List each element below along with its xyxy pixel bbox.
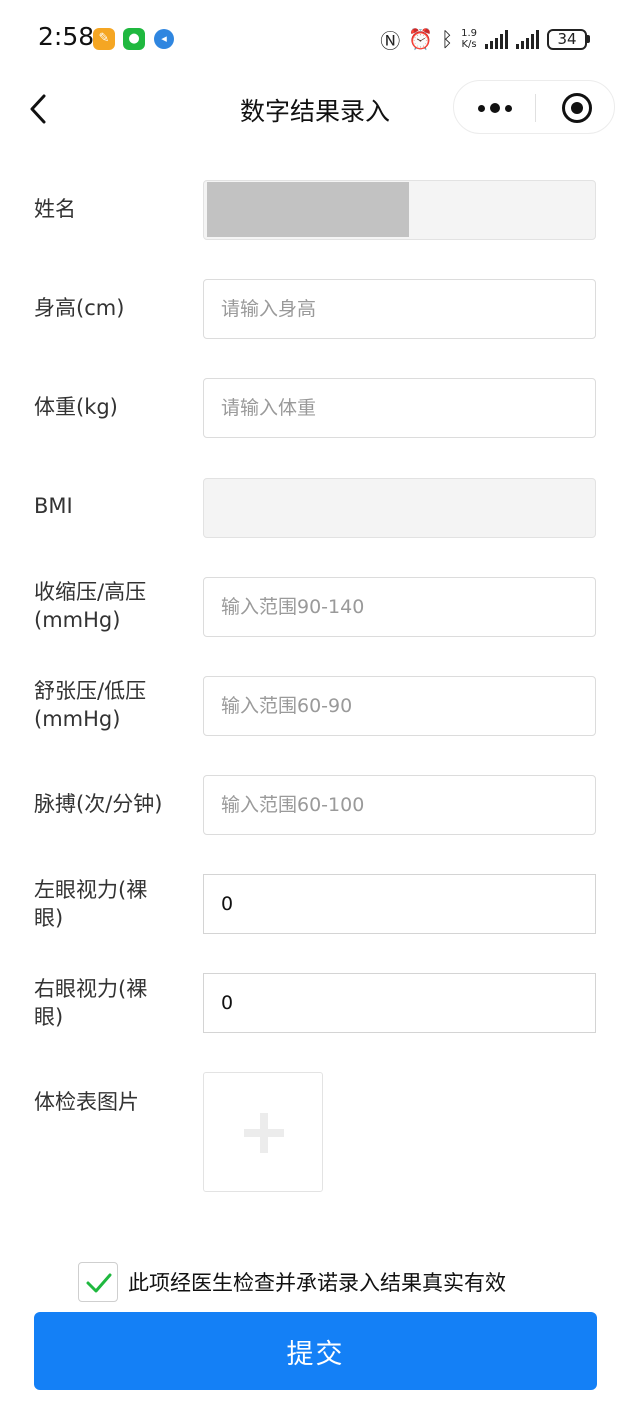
name-redacted	[207, 182, 409, 237]
label-left-eye: 左眼视力(裸 眼)	[34, 876, 194, 932]
name-field	[203, 180, 596, 240]
label-diastolic-line2: (mmHg)	[34, 707, 121, 731]
systolic-input[interactable]	[203, 577, 596, 637]
pulse-input[interactable]	[203, 775, 596, 835]
more-icon[interactable]	[454, 81, 535, 135]
back-arrow-icon[interactable]	[26, 92, 56, 126]
label-weight: 体重(kg)	[34, 395, 118, 419]
agreement-row: 此项经医生检查并承诺录入结果真实有效	[0, 1262, 630, 1302]
app-orange-icon: ✎	[93, 28, 115, 50]
bmi-field	[203, 478, 596, 538]
submit-button[interactable]: 提交	[34, 1312, 597, 1390]
label-right-eye: 右眼视力(裸 眼)	[34, 975, 194, 1031]
close-target-icon[interactable]	[562, 93, 592, 123]
label-systolic-line1: 收缩压/高压	[34, 580, 147, 604]
status-bar: 2:58 ✎ ● ◂ Ⓝ ⏰ ᛒ 1.9 K/s 34	[0, 0, 630, 80]
wechat-icon: ●	[123, 28, 145, 50]
label-right-eye-line2: 眼)	[34, 1005, 64, 1029]
label-pulse: 脉搏(次/分钟)	[34, 792, 163, 816]
net-speed-value: 1.9	[461, 28, 477, 39]
agreement-checkbox[interactable]	[78, 1262, 118, 1302]
left-eye-input[interactable]	[203, 874, 596, 934]
status-indicators: Ⓝ ⏰ ᛒ 1.9 K/s 34	[380, 24, 590, 54]
height-input[interactable]	[203, 279, 596, 339]
label-systolic-line2: (mmHg)	[34, 608, 121, 632]
agreement-text: 此项经医生检查并承诺录入结果真实有效	[128, 1271, 506, 1295]
checkmark-icon	[86, 1273, 112, 1293]
battery-level: 34	[547, 28, 587, 50]
signal-icon	[485, 29, 508, 49]
net-speed-unit: K/s	[461, 39, 477, 50]
label-name: 姓名	[34, 197, 76, 221]
label-systolic: 收缩压/高压 (mmHg)	[34, 578, 194, 634]
upload-photo-button[interactable]	[203, 1072, 323, 1192]
net-speed: 1.9 K/s	[461, 28, 477, 50]
status-time: 2:58	[38, 22, 95, 51]
label-photo: 体检表图片	[34, 1090, 139, 1114]
mini-program-capsule	[453, 80, 615, 134]
weight-input[interactable]	[203, 378, 596, 438]
alarm-icon: ⏰	[408, 27, 434, 51]
diastolic-input[interactable]	[203, 676, 596, 736]
nfc-icon: Ⓝ	[380, 28, 401, 53]
label-bmi: BMI	[34, 494, 73, 518]
signal-icon	[516, 29, 539, 49]
right-eye-input[interactable]	[203, 973, 596, 1033]
label-diastolic: 舒张压/低压 (mmHg)	[34, 677, 194, 733]
browser-icon: ◂	[154, 29, 174, 49]
nav-bar: 数字结果录入	[0, 80, 630, 136]
label-right-eye-line1: 右眼视力(裸	[34, 977, 148, 1001]
label-height: 身高(cm)	[34, 296, 125, 320]
label-left-eye-line1: 左眼视力(裸	[34, 878, 148, 902]
label-diastolic-line1: 舒张压/低压	[34, 679, 147, 703]
battery-icon: 34	[547, 28, 590, 50]
bluetooth-icon: ᛒ	[441, 27, 454, 51]
label-left-eye-line2: 眼)	[34, 906, 64, 930]
